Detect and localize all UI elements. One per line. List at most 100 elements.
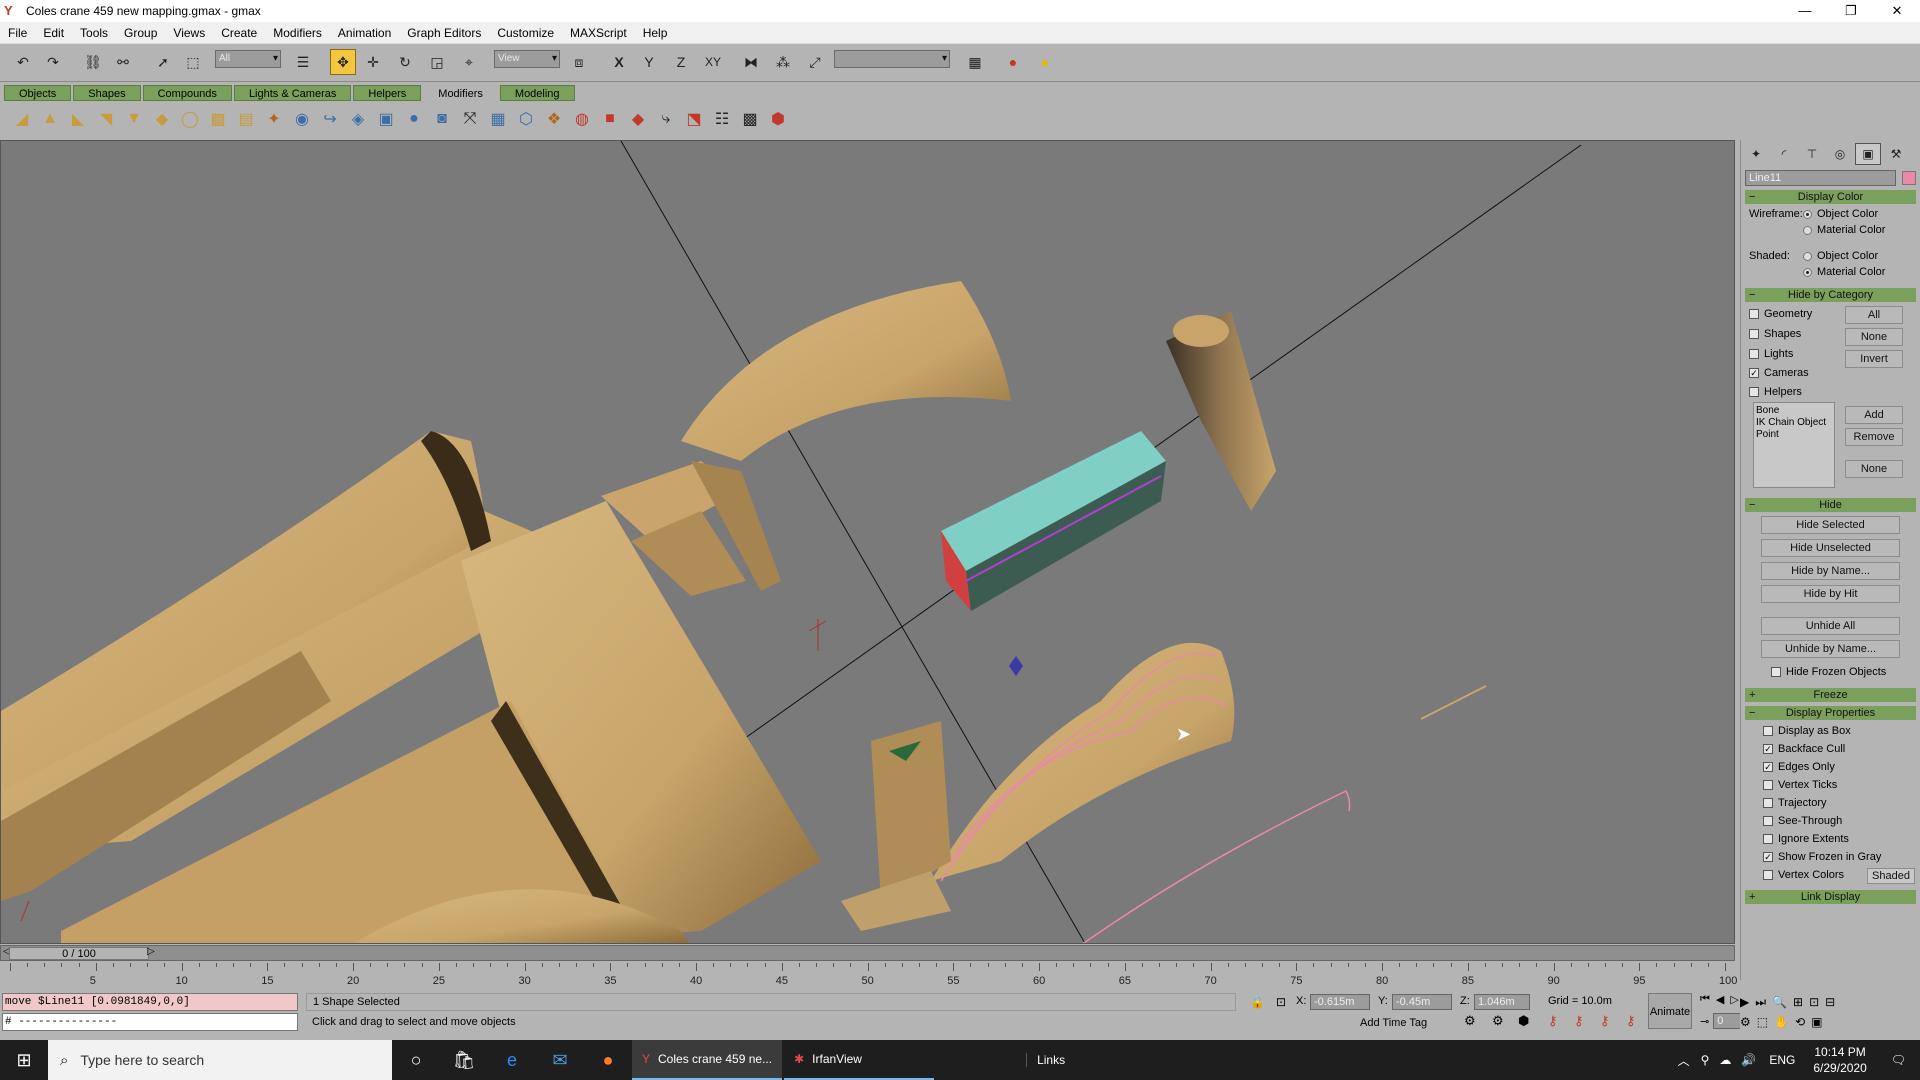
category-invert-button[interactable]: Invert <box>1845 350 1903 368</box>
scale-icon[interactable]: ◲ <box>424 49 450 75</box>
cameras-checkbox[interactable]: ✓ <box>1749 368 1759 378</box>
network-icon[interactable]: ⚲ <box>1696 1053 1715 1067</box>
min-max-toggle-icon[interactable]: ▣ <box>1811 1015 1822 1029</box>
volume-select-icon[interactable]: ◍ <box>568 106 596 132</box>
optimize-icon[interactable]: ⬡ <box>512 106 540 132</box>
mirror-icon[interactable]: ⧓ <box>738 49 764 75</box>
object-name-field[interactable]: Line11 <box>1745 170 1896 186</box>
select-region-icon[interactable]: ⬚ <box>180 49 206 75</box>
links-toolbar[interactable]: Links <box>1026 1053 1065 1067</box>
time-config-icon[interactable]: ⚙ <box>1464 1013 1476 1029</box>
hide-frozen-checkbox[interactable] <box>1771 667 1781 677</box>
xform-icon[interactable]: ⤧ <box>456 106 484 132</box>
track-view-icon[interactable]: ▦ <box>962 49 988 75</box>
bend-icon[interactable]: ◢ <box>8 106 36 132</box>
edges-only-checkbox[interactable]: ✓ <box>1763 762 1773 772</box>
wireframe-object-color-radio[interactable] <box>1803 209 1812 219</box>
menu-modifiers[interactable]: Modifiers <box>265 26 330 40</box>
object-color-swatch[interactable] <box>1902 171 1916 185</box>
link-display-rollout[interactable]: + Link Display <box>1745 890 1916 904</box>
shaded-material-color-radio[interactable] <box>1803 267 1812 277</box>
time-next-arrow-icon[interactable]: ▷ <box>147 946 155 957</box>
show-frozen-gray-checkbox[interactable]: ✓ <box>1763 852 1773 862</box>
go-to-end-icon[interactable]: ⏭ <box>1755 995 1766 1010</box>
z-coord-field[interactable]: 1.046m <box>1474 994 1530 1010</box>
track-bar[interactable]: 5 10 15 20 25 30 35 40 45 50 55 60 65 70 75 80 85 90 95 100 <box>0 963 1737 991</box>
menu-maxscript[interactable]: MAXScript <box>562 26 635 40</box>
time-slider[interactable]: ◁ 0 / 100 ▷ <box>0 945 1735 961</box>
reference-coord-dropdown[interactable]: View <box>494 50 560 68</box>
category-none-button[interactable]: None <box>1845 328 1903 346</box>
y-coord-field[interactable]: -0.45m <box>1392 994 1452 1010</box>
menu-animation[interactable]: Animation <box>330 26 399 40</box>
zoom-icon[interactable]: 🔍 <box>1772 995 1787 1010</box>
taper-icon[interactable]: ▲ <box>36 106 64 132</box>
named-selection-dropdown[interactable] <box>834 50 950 68</box>
tray-overflow-icon[interactable]: ︿ <box>1672 1052 1696 1069</box>
arc-rotate-icon[interactable]: ⟲ <box>1795 1015 1805 1029</box>
skew-icon[interactable]: ◆ <box>148 106 176 132</box>
tab-objects[interactable]: Objects <box>4 85 72 101</box>
unwrap-uvw-icon[interactable]: ▩ <box>736 106 764 132</box>
shaded-button[interactable]: Shaded <box>1867 868 1915 884</box>
maxscript-listener-input[interactable]: # --------------- <box>2 1013 298 1031</box>
x-coord-field[interactable]: -0.615m <box>1310 994 1370 1010</box>
menu-group[interactable]: Group <box>116 26 165 40</box>
motion-panel-icon[interactable]: ◎ <box>1827 143 1853 165</box>
onedrive-icon[interactable]: ☁ <box>1714 1053 1736 1067</box>
zoom-extents-icon[interactable]: ⊡ <box>1809 995 1819 1010</box>
hide-by-category-rollout[interactable]: − Hide by Category <box>1745 288 1916 302</box>
taskbar-app-irfanview[interactable]: ✱ IrfanView <box>784 1040 935 1080</box>
menu-views[interactable]: Views <box>165 26 213 40</box>
align-icon[interactable]: ⤢ <box>802 49 828 75</box>
hide-by-hit-button[interactable]: Hide by Hit <box>1761 585 1900 603</box>
tab-lights-cameras[interactable]: Lights & Cameras <box>233 85 352 101</box>
utilities-panel-icon[interactable]: ⚒ <box>1883 143 1909 165</box>
store-icon[interactable]: 🛍 <box>440 1040 488 1080</box>
cortana-icon[interactable]: ○ <box>392 1040 440 1080</box>
geometry-checkbox[interactable] <box>1749 309 1759 319</box>
ignore-extents-checkbox[interactable] <box>1763 834 1773 844</box>
taskbar-search[interactable]: ⌕ Type here to search <box>48 1040 392 1080</box>
pivot-center-icon[interactable]: ⧈ <box>566 49 592 75</box>
menu-create[interactable]: Create <box>213 26 265 40</box>
extrude-icon[interactable]: ◈ <box>344 106 372 132</box>
hide-by-name-button[interactable]: Hide by Name... <box>1761 562 1900 580</box>
menu-file[interactable]: File <box>0 26 35 40</box>
next-frame-icon[interactable]: ▶ <box>1740 995 1749 1010</box>
time-config-2-icon[interactable]: ⚙ <box>1740 1015 1751 1029</box>
array-icon[interactable]: ⁂ <box>770 49 796 75</box>
minimize-button[interactable]: — <box>1782 0 1828 22</box>
spline-select-icon[interactable]: ⤷ <box>652 106 680 132</box>
key-filter-4-icon[interactable]: ⚷ <box>1626 1013 1636 1029</box>
set-key-icon[interactable]: ⬢ <box>1518 1013 1529 1029</box>
selection-filter-dropdown[interactable]: All <box>215 50 281 68</box>
lights-checkbox[interactable] <box>1749 349 1759 359</box>
key-filter-icon[interactable]: ⚷ <box>1548 1013 1558 1029</box>
pivot-icon[interactable]: ⌖ <box>456 49 482 75</box>
uvw-map-icon[interactable]: ● <box>400 106 428 132</box>
input-language[interactable]: ENG <box>1761 1053 1803 1067</box>
smooth-icon[interactable]: ☷ <box>708 106 736 132</box>
normal-icon[interactable]: ⬔ <box>680 106 708 132</box>
helpers-checkbox[interactable] <box>1749 387 1759 397</box>
display-properties-rollout[interactable]: − Display Properties <box>1745 706 1916 720</box>
tab-helpers[interactable]: Helpers <box>353 85 422 101</box>
noise-icon[interactable]: ◥ <box>92 106 120 132</box>
key-mode-icon[interactable]: ⚙ <box>1492 1013 1504 1029</box>
poly-select-icon[interactable]: ◆ <box>624 106 652 132</box>
zoom-extents-all-icon[interactable]: ⊟ <box>1825 995 1835 1010</box>
hide-selected-button[interactable]: Hide Selected <box>1761 516 1900 534</box>
absolute-mode-icon[interactable]: ⊡ <box>1276 995 1286 1009</box>
material-modifier-icon[interactable]: ⬢ <box>764 106 792 132</box>
render-icon[interactable]: ● <box>1032 49 1058 75</box>
add-time-tag-button[interactable]: Add Time Tag <box>1360 1017 1427 1029</box>
mail-icon[interactable]: ✉ <box>536 1040 584 1080</box>
key-filter-2-icon[interactable]: ⚷ <box>1574 1013 1584 1029</box>
play-icon[interactable]: ▷ <box>1730 993 1738 1006</box>
maximize-button[interactable]: ❐ <box>1828 0 1874 22</box>
lathe-icon[interactable]: ▣ <box>372 106 400 132</box>
list-item[interactable]: IK Chain Object <box>1756 417 1832 429</box>
material-editor-icon[interactable]: ● <box>1000 49 1026 75</box>
list-none-button[interactable]: None <box>1845 460 1903 478</box>
